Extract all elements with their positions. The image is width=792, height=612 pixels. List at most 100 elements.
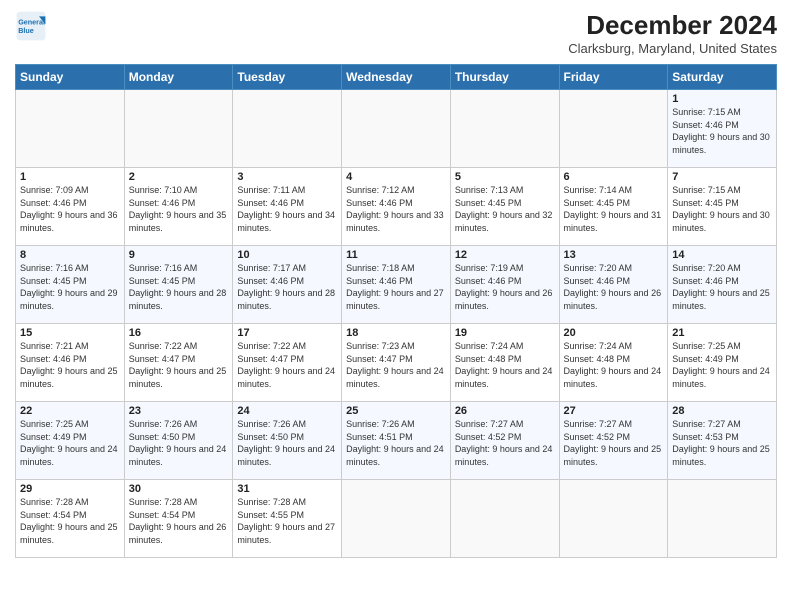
day-info: Sunrise: 7:12 AM Sunset: 4:46 PM Dayligh… xyxy=(346,184,446,234)
calendar-cell xyxy=(559,480,668,558)
day-info: Sunrise: 7:23 AM Sunset: 4:47 PM Dayligh… xyxy=(346,340,446,390)
calendar-cell: 1Sunrise: 7:15 AM Sunset: 4:46 PM Daylig… xyxy=(668,90,777,168)
calendar-header-row: SundayMondayTuesdayWednesdayThursdayFrid… xyxy=(16,65,777,90)
day-number: 18 xyxy=(346,327,446,339)
header-sunday: Sunday xyxy=(16,65,125,90)
day-info: Sunrise: 7:20 AM Sunset: 4:46 PM Dayligh… xyxy=(564,262,664,312)
day-number: 31 xyxy=(237,483,337,495)
calendar-cell: 1Sunrise: 7:09 AM Sunset: 4:46 PM Daylig… xyxy=(16,168,125,246)
calendar-table: SundayMondayTuesdayWednesdayThursdayFrid… xyxy=(15,64,777,558)
calendar-cell: 31Sunrise: 7:28 AM Sunset: 4:55 PM Dayli… xyxy=(233,480,342,558)
day-number: 13 xyxy=(564,249,664,261)
calendar-cell: 13Sunrise: 7:20 AM Sunset: 4:46 PM Dayli… xyxy=(559,246,668,324)
calendar-week-row: 15Sunrise: 7:21 AM Sunset: 4:46 PM Dayli… xyxy=(16,324,777,402)
calendar-cell: 12Sunrise: 7:19 AM Sunset: 4:46 PM Dayli… xyxy=(450,246,559,324)
calendar-cell: 8Sunrise: 7:16 AM Sunset: 4:45 PM Daylig… xyxy=(16,246,125,324)
header-saturday: Saturday xyxy=(668,65,777,90)
day-number: 29 xyxy=(20,483,120,495)
day-info: Sunrise: 7:16 AM Sunset: 4:45 PM Dayligh… xyxy=(20,262,120,312)
title-block: December 2024 Clarksburg, Maryland, Unit… xyxy=(568,10,777,56)
day-number: 15 xyxy=(20,327,120,339)
day-number: 24 xyxy=(237,405,337,417)
calendar-cell: 19Sunrise: 7:24 AM Sunset: 4:48 PM Dayli… xyxy=(450,324,559,402)
header: General Blue December 2024 Clarksburg, M… xyxy=(15,10,777,56)
day-info: Sunrise: 7:22 AM Sunset: 4:47 PM Dayligh… xyxy=(237,340,337,390)
day-info: Sunrise: 7:28 AM Sunset: 4:55 PM Dayligh… xyxy=(237,496,337,546)
svg-text:Blue: Blue xyxy=(18,26,34,35)
day-info: Sunrise: 7:15 AM Sunset: 4:46 PM Dayligh… xyxy=(672,106,772,156)
day-number: 5 xyxy=(455,171,555,183)
day-number: 17 xyxy=(237,327,337,339)
day-info: Sunrise: 7:28 AM Sunset: 4:54 PM Dayligh… xyxy=(129,496,229,546)
day-info: Sunrise: 7:26 AM Sunset: 4:50 PM Dayligh… xyxy=(129,418,229,468)
day-number: 25 xyxy=(346,405,446,417)
day-number: 14 xyxy=(672,249,772,261)
day-info: Sunrise: 7:27 AM Sunset: 4:52 PM Dayligh… xyxy=(455,418,555,468)
day-info: Sunrise: 7:11 AM Sunset: 4:46 PM Dayligh… xyxy=(237,184,337,234)
calendar-cell: 9Sunrise: 7:16 AM Sunset: 4:45 PM Daylig… xyxy=(124,246,233,324)
day-number: 30 xyxy=(129,483,229,495)
calendar-cell xyxy=(668,480,777,558)
day-info: Sunrise: 7:22 AM Sunset: 4:47 PM Dayligh… xyxy=(129,340,229,390)
calendar-cell: 4Sunrise: 7:12 AM Sunset: 4:46 PM Daylig… xyxy=(342,168,451,246)
calendar-cell: 24Sunrise: 7:26 AM Sunset: 4:50 PM Dayli… xyxy=(233,402,342,480)
day-number: 28 xyxy=(672,405,772,417)
calendar-cell xyxy=(233,90,342,168)
logo: General Blue xyxy=(15,10,47,42)
main-title: December 2024 xyxy=(568,10,777,41)
calendar-cell xyxy=(342,480,451,558)
calendar-cell: 29Sunrise: 7:28 AM Sunset: 4:54 PM Dayli… xyxy=(16,480,125,558)
day-number: 26 xyxy=(455,405,555,417)
day-number: 1 xyxy=(20,171,120,183)
calendar-cell: 6Sunrise: 7:14 AM Sunset: 4:45 PM Daylig… xyxy=(559,168,668,246)
day-number: 19 xyxy=(455,327,555,339)
calendar-cell xyxy=(124,90,233,168)
day-info: Sunrise: 7:17 AM Sunset: 4:46 PM Dayligh… xyxy=(237,262,337,312)
day-info: Sunrise: 7:26 AM Sunset: 4:50 PM Dayligh… xyxy=(237,418,337,468)
day-info: Sunrise: 7:24 AM Sunset: 4:48 PM Dayligh… xyxy=(455,340,555,390)
day-number: 21 xyxy=(672,327,772,339)
calendar-cell xyxy=(559,90,668,168)
day-info: Sunrise: 7:21 AM Sunset: 4:46 PM Dayligh… xyxy=(20,340,120,390)
day-info: Sunrise: 7:28 AM Sunset: 4:54 PM Dayligh… xyxy=(20,496,120,546)
calendar-cell: 25Sunrise: 7:26 AM Sunset: 4:51 PM Dayli… xyxy=(342,402,451,480)
day-number: 12 xyxy=(455,249,555,261)
day-number: 2 xyxy=(129,171,229,183)
day-number: 9 xyxy=(129,249,229,261)
calendar-week-row: 8Sunrise: 7:16 AM Sunset: 4:45 PM Daylig… xyxy=(16,246,777,324)
calendar-cell: 30Sunrise: 7:28 AM Sunset: 4:54 PM Dayli… xyxy=(124,480,233,558)
calendar-week-row: 22Sunrise: 7:25 AM Sunset: 4:49 PM Dayli… xyxy=(16,402,777,480)
day-info: Sunrise: 7:18 AM Sunset: 4:46 PM Dayligh… xyxy=(346,262,446,312)
calendar-cell: 7Sunrise: 7:15 AM Sunset: 4:45 PM Daylig… xyxy=(668,168,777,246)
calendar-cell: 23Sunrise: 7:26 AM Sunset: 4:50 PM Dayli… xyxy=(124,402,233,480)
day-info: Sunrise: 7:25 AM Sunset: 4:49 PM Dayligh… xyxy=(20,418,120,468)
calendar-cell xyxy=(450,480,559,558)
day-number: 6 xyxy=(564,171,664,183)
day-number: 27 xyxy=(564,405,664,417)
calendar-cell: 3Sunrise: 7:11 AM Sunset: 4:46 PM Daylig… xyxy=(233,168,342,246)
day-number: 20 xyxy=(564,327,664,339)
day-number: 16 xyxy=(129,327,229,339)
day-info: Sunrise: 7:24 AM Sunset: 4:48 PM Dayligh… xyxy=(564,340,664,390)
calendar-cell: 22Sunrise: 7:25 AM Sunset: 4:49 PM Dayli… xyxy=(16,402,125,480)
day-number: 11 xyxy=(346,249,446,261)
day-info: Sunrise: 7:26 AM Sunset: 4:51 PM Dayligh… xyxy=(346,418,446,468)
calendar-cell: 2Sunrise: 7:10 AM Sunset: 4:46 PM Daylig… xyxy=(124,168,233,246)
day-info: Sunrise: 7:27 AM Sunset: 4:53 PM Dayligh… xyxy=(672,418,772,468)
calendar-page: General Blue December 2024 Clarksburg, M… xyxy=(0,0,792,612)
day-number: 3 xyxy=(237,171,337,183)
day-info: Sunrise: 7:20 AM Sunset: 4:46 PM Dayligh… xyxy=(672,262,772,312)
day-info: Sunrise: 7:10 AM Sunset: 4:46 PM Dayligh… xyxy=(129,184,229,234)
day-info: Sunrise: 7:09 AM Sunset: 4:46 PM Dayligh… xyxy=(20,184,120,234)
calendar-cell: 27Sunrise: 7:27 AM Sunset: 4:52 PM Dayli… xyxy=(559,402,668,480)
calendar-week-row: 1Sunrise: 7:15 AM Sunset: 4:46 PM Daylig… xyxy=(16,90,777,168)
calendar-cell xyxy=(450,90,559,168)
header-thursday: Thursday xyxy=(450,65,559,90)
day-info: Sunrise: 7:13 AM Sunset: 4:45 PM Dayligh… xyxy=(455,184,555,234)
calendar-week-row: 1Sunrise: 7:09 AM Sunset: 4:46 PM Daylig… xyxy=(16,168,777,246)
header-friday: Friday xyxy=(559,65,668,90)
calendar-cell xyxy=(342,90,451,168)
day-info: Sunrise: 7:25 AM Sunset: 4:49 PM Dayligh… xyxy=(672,340,772,390)
calendar-cell: 28Sunrise: 7:27 AM Sunset: 4:53 PM Dayli… xyxy=(668,402,777,480)
calendar-week-row: 29Sunrise: 7:28 AM Sunset: 4:54 PM Dayli… xyxy=(16,480,777,558)
